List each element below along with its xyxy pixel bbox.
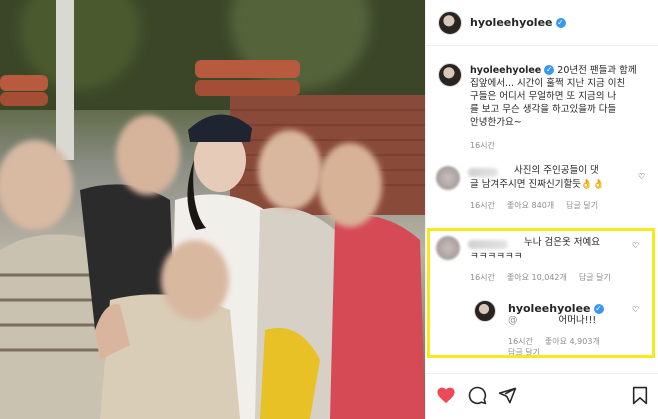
reply-meta: 16시간 좋아요 4,903개 <box>508 337 600 346</box>
post-header: hyoleehyolee ✓ <box>426 0 658 46</box>
reply-like-icon[interactable]: ♡ <box>632 306 640 314</box>
post-caption: hyoleehyolee ✓ 20년전 팬들과 함께 집앞에서... 시간이 훌쩍… <box>470 65 637 128</box>
post-photo <box>0 0 425 419</box>
caption-username[interactable]: hyoleehyolee <box>470 65 541 76</box>
verified-icon: ✓ <box>593 304 604 314</box>
reply-button[interactable]: 답글 달기 <box>566 201 598 210</box>
heart-icon[interactable] <box>436 386 456 404</box>
comment-meta: 16시간 좋아요 840개 답글 달기 <box>470 201 599 210</box>
commenter-username[interactable] <box>468 168 498 177</box>
action-bar <box>426 373 658 419</box>
comment-like-icon[interactable]: ♡ <box>638 173 646 181</box>
comment-meta: 16시간 좋아요 10,042개 답글 달기 <box>470 273 611 282</box>
comment-text: 사진의 주인공들이 댓 <box>514 165 599 176</box>
author-username[interactable]: hyoleehyolee ✓ <box>470 16 566 29</box>
reply-text: @ 어머나!!! <box>508 315 597 326</box>
comment-text: 누나 검은옷 저예요 <box>524 237 600 248</box>
reply-reply-button[interactable]: 답글 달기 <box>508 347 540 358</box>
share-icon[interactable] <box>498 386 517 405</box>
author-avatar[interactable] <box>438 11 462 35</box>
comment-text-cont: ㅋㅋㅋㅋㅋㅋ <box>470 251 523 262</box>
comment-likes[interactable]: 좋아요 10,042개 <box>507 273 567 282</box>
comment-like-icon[interactable]: ♡ <box>632 242 640 250</box>
comment-text-cont: 글 남겨주시면 진짜신기할듯👌👌 <box>470 179 605 190</box>
commenter-avatar[interactable] <box>436 236 460 260</box>
commenter-avatar[interactable] <box>436 166 460 190</box>
reply-avatar[interactable] <box>474 300 496 322</box>
comment-icon[interactable] <box>468 386 487 405</box>
post-sidebar: hyoleehyolee ✓ hyoleehyolee ✓ 20년전 팬들과 함께 … <box>425 0 658 419</box>
verified-icon: ✓ <box>544 65 555 75</box>
verified-icon: ✓ <box>555 18 566 28</box>
bookmark-icon[interactable] <box>632 386 648 405</box>
caption-time: 16시간 <box>470 141 495 150</box>
reply-mention[interactable]: @ <box>508 315 518 326</box>
caption-avatar[interactable] <box>438 63 462 87</box>
reply-button[interactable]: 답글 달기 <box>579 273 611 282</box>
commenter-username[interactable] <box>468 240 508 249</box>
reply-likes[interactable]: 좋아요 4,903개 <box>545 337 600 346</box>
comment-likes[interactable]: 좋아요 840개 <box>507 201 554 210</box>
